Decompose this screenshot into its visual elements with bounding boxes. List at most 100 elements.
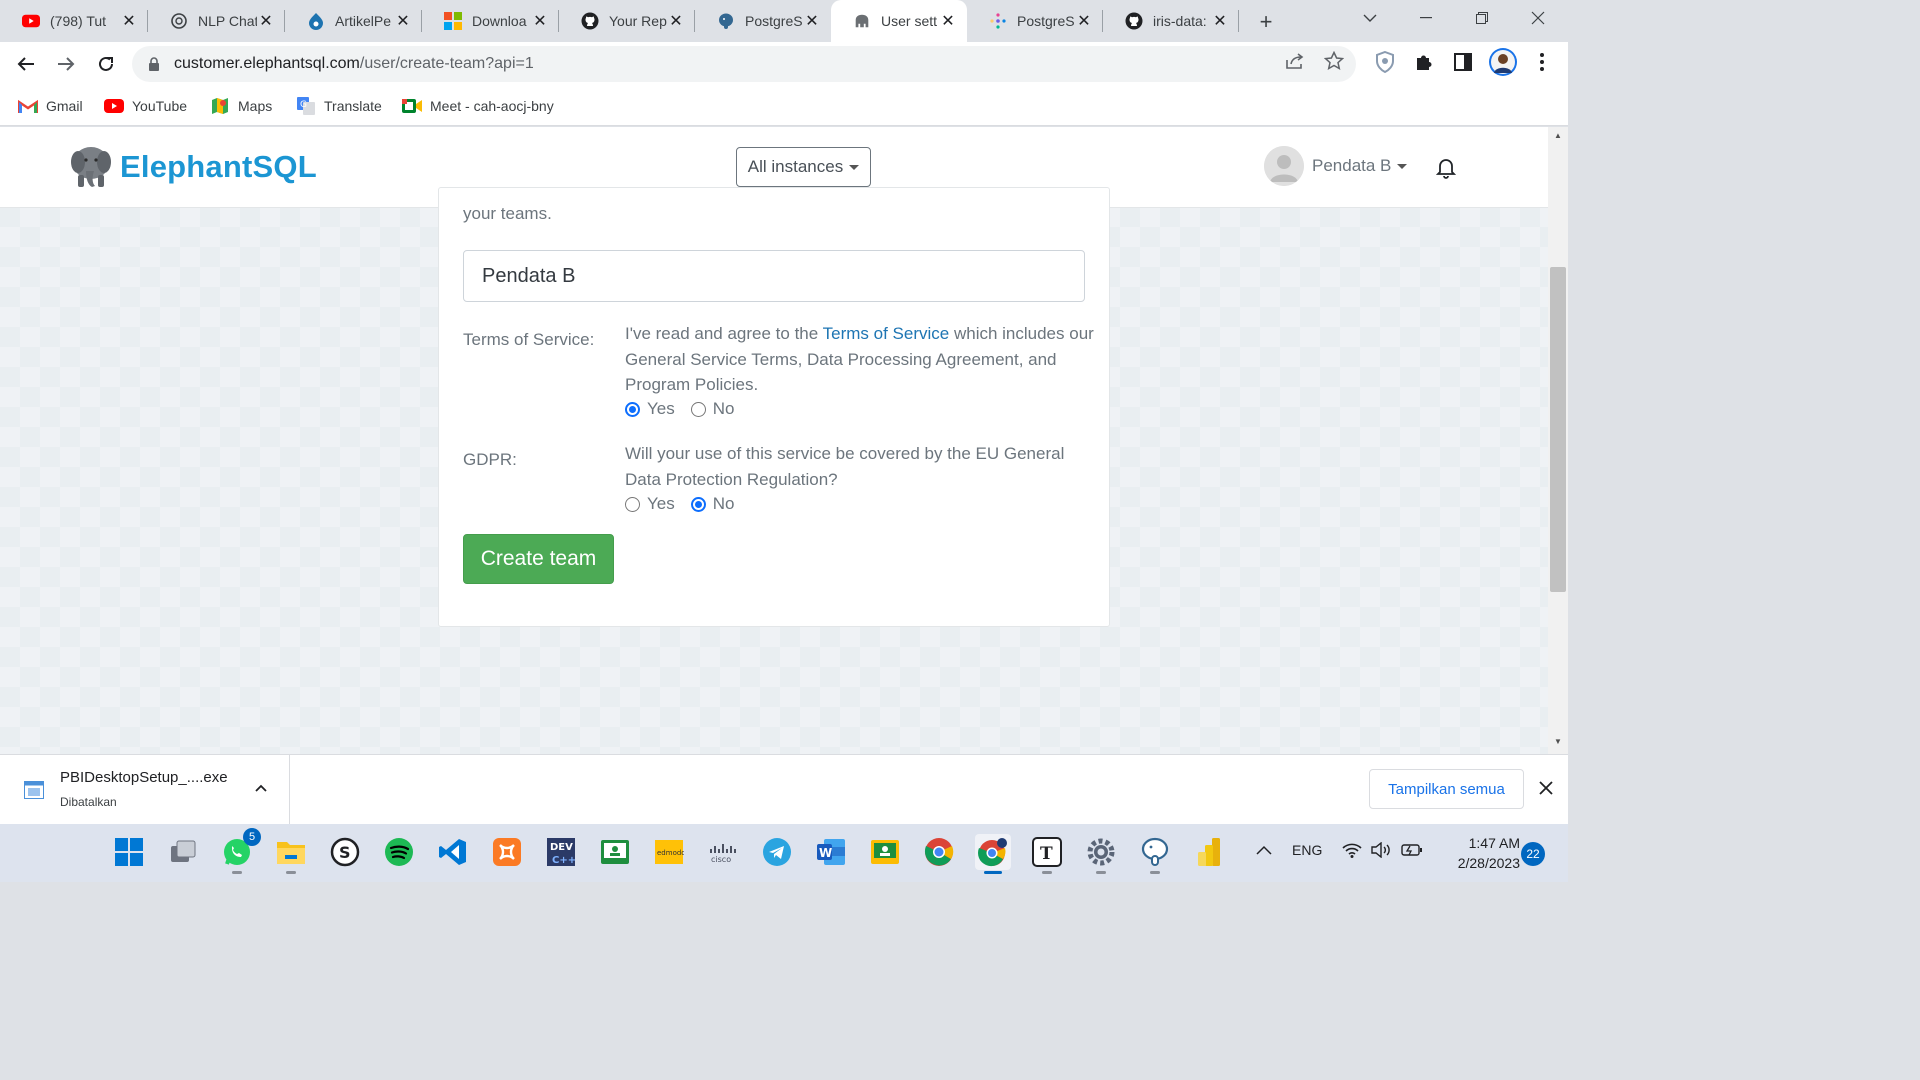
close-window-button[interactable] xyxy=(1512,0,1564,36)
tab-user-settings[interactable]: User sett ✕ xyxy=(831,0,967,42)
vscode-icon[interactable] xyxy=(435,834,471,870)
gdpr-no-option[interactable]: No xyxy=(690,494,734,514)
user-menu-dropdown[interactable]: Pendata B xyxy=(1264,145,1408,187)
restore-button[interactable] xyxy=(1456,0,1508,36)
lock-icon[interactable] xyxy=(146,56,162,72)
tos-no-option[interactable]: No xyxy=(690,399,734,419)
gdpr-yes-option[interactable]: Yes xyxy=(625,494,675,514)
svg-text:cisco: cisco xyxy=(711,855,731,863)
close-icon[interactable]: ✕ xyxy=(394,12,412,30)
maps-icon xyxy=(210,98,230,114)
tab-download[interactable]: Downloa ✕ xyxy=(422,0,559,42)
settings-icon[interactable] xyxy=(1083,834,1119,874)
start-icon[interactable] xyxy=(111,834,147,870)
close-icon[interactable]: ✕ xyxy=(667,12,685,30)
page-scrollbar[interactable]: ▲ ▼ xyxy=(1548,127,1568,754)
language-indicator[interactable]: ENG xyxy=(1292,842,1322,858)
create-team-button[interactable]: Create team xyxy=(463,534,614,584)
close-icon[interactable]: ✕ xyxy=(1075,12,1093,30)
star-icon[interactable] xyxy=(1323,50,1345,72)
scrollbar-thumb[interactable] xyxy=(1550,267,1566,592)
notification-badge[interactable]: 22 xyxy=(1521,842,1545,866)
more-menu-icon[interactable] xyxy=(1530,50,1554,74)
bookmarks-bar: Gmail YouTube Maps G Translate Meet - ca… xyxy=(0,86,1568,126)
restore-icon xyxy=(1476,12,1488,24)
bookmark-maps[interactable]: Maps xyxy=(210,94,272,118)
word-icon[interactable]: W xyxy=(813,834,849,870)
bookmark-youtube[interactable]: YouTube xyxy=(104,94,187,118)
file-explorer-icon[interactable] xyxy=(273,834,309,874)
spotify-icon[interactable] xyxy=(381,834,417,870)
back-button[interactable] xyxy=(12,50,40,78)
powerbi-icon[interactable] xyxy=(1191,834,1227,870)
xampp-icon[interactable] xyxy=(489,834,525,870)
bell-icon[interactable] xyxy=(1436,157,1456,179)
task-view-icon[interactable] xyxy=(165,834,201,870)
scroll-up-icon[interactable]: ▲ xyxy=(1552,131,1564,140)
telegram-icon[interactable] xyxy=(759,834,795,870)
bookmark-translate[interactable]: G Translate xyxy=(296,94,382,118)
tos-yes-option[interactable]: Yes xyxy=(625,399,675,419)
all-instances-dropdown[interactable]: All instances xyxy=(736,147,871,187)
gdpr-yes-radio[interactable] xyxy=(625,496,640,512)
close-icon xyxy=(1531,11,1545,25)
forward-button[interactable] xyxy=(52,50,80,78)
minimize-button[interactable] xyxy=(1400,0,1452,36)
whatsapp-icon[interactable]: 5 xyxy=(219,828,261,874)
close-icon[interactable]: ✕ xyxy=(120,12,138,30)
bookmark-gmail[interactable]: Gmail xyxy=(18,94,83,118)
cisco-icon[interactable]: cisco xyxy=(705,834,741,870)
bookmark-meet[interactable]: Meet - cah-aocj-bny xyxy=(402,94,554,118)
close-icon[interactable]: ✕ xyxy=(1211,12,1229,30)
close-icon[interactable]: ✕ xyxy=(257,12,275,30)
volume-icon[interactable] xyxy=(1371,841,1393,861)
close-icon[interactable]: ✕ xyxy=(803,12,821,30)
tos-link[interactable]: Terms of Service xyxy=(823,324,950,343)
brand-link[interactable]: ElephantSQL xyxy=(70,145,317,189)
extensions-puzzle-icon[interactable] xyxy=(1412,50,1436,74)
close-download-shelf-button[interactable] xyxy=(1535,777,1557,799)
google-classroom-icon[interactable] xyxy=(597,834,633,870)
tos-yes-radio[interactable] xyxy=(625,401,640,417)
devcpp-icon[interactable]: DEV C++ xyxy=(543,834,579,870)
tab-youtube[interactable]: (798) Tut ✕ xyxy=(0,0,148,42)
tab-github-repo[interactable]: Your Rep ✕ xyxy=(559,0,695,42)
typora-icon[interactable]: T xyxy=(1029,834,1065,874)
classroom-icon[interactable] xyxy=(867,834,903,870)
tab-iris-dataset[interactable]: iris-data: ✕ xyxy=(1103,0,1239,42)
scroll-down-icon[interactable]: ▼ xyxy=(1552,737,1564,746)
skype-icon[interactable]: S xyxy=(327,834,363,870)
tab-artikel[interactable]: ArtikelPe ✕ xyxy=(285,0,422,42)
shield-extension-icon[interactable] xyxy=(1373,50,1397,74)
tab-search-button[interactable] xyxy=(1344,0,1396,36)
battery-icon[interactable] xyxy=(1401,842,1423,861)
reload-button[interactable] xyxy=(92,50,120,78)
chevron-up-icon[interactable] xyxy=(252,779,270,797)
close-icon[interactable]: ✕ xyxy=(939,12,957,30)
pgadmin-icon[interactable] xyxy=(1137,834,1173,874)
side-panel-icon[interactable] xyxy=(1451,50,1475,74)
chrome-profile-icon[interactable] xyxy=(975,834,1011,874)
tab-strip: (798) Tut ✕ NLP Chat ✕ ArtikelPe ✕ Downl… xyxy=(0,0,1568,42)
avatar xyxy=(1264,146,1304,186)
arrow-left-icon xyxy=(17,57,34,71)
tab-postgresql[interactable]: PostgreS ✕ xyxy=(695,0,831,42)
download-item[interactable]: PBIDesktopSetup_....exe Dibatalkan xyxy=(0,755,290,825)
gdpr-no-radio[interactable] xyxy=(690,496,706,512)
show-all-downloads-button[interactable]: Tampilkan semua xyxy=(1369,769,1524,809)
team-name-input[interactable] xyxy=(463,250,1085,302)
address-bar[interactable]: customer.elephantsql.com/user/create-tea… xyxy=(132,46,1356,82)
tray-overflow-chevron-icon[interactable] xyxy=(1256,842,1272,858)
chrome-icon[interactable] xyxy=(921,834,957,870)
edmodo-icon[interactable]: edmodo xyxy=(651,834,687,870)
tos-no-radio[interactable] xyxy=(690,401,706,417)
drupal-icon xyxy=(307,12,325,30)
profile-avatar[interactable] xyxy=(1489,48,1517,76)
new-tab-button[interactable]: + xyxy=(1252,8,1280,36)
share-icon[interactable] xyxy=(1284,50,1306,72)
tab-nlp-chat[interactable]: NLP Chat ✕ xyxy=(148,0,285,42)
system-clock[interactable]: 1:47 AM 2/28/2023 xyxy=(1436,833,1520,873)
tab-postgresql-2[interactable]: PostgreS ✕ xyxy=(967,0,1103,42)
close-icon[interactable]: ✕ xyxy=(531,12,549,30)
wifi-icon[interactable] xyxy=(1342,842,1362,861)
